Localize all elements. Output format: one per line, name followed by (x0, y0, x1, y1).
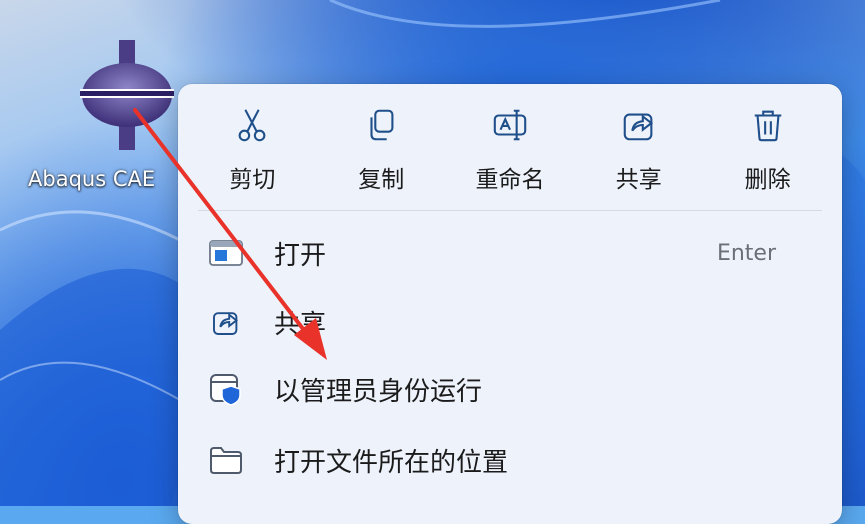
desktop-shortcut-label: Abaqus CAE (28, 167, 156, 191)
copy-label: 复制 (358, 167, 405, 193)
share-icon (623, 113, 653, 141)
menu-item-share-label: 共享 (274, 309, 327, 340)
menu-item-open-label: 打开 (274, 240, 327, 271)
run-as-admin-shield-icon (208, 371, 244, 407)
cut-button[interactable]: 剪切 (197, 84, 307, 194)
context-menu-quick-actions: 剪切 复制 重命名 共享 删除 (178, 84, 842, 208)
open-app-icon (208, 235, 244, 271)
trash-icon (754, 110, 781, 142)
menu-item-run-as-admin-label: 以管理员身份运行 (274, 376, 483, 407)
delete-label: 删除 (744, 167, 791, 193)
menu-item-open-file-location-label: 打开文件所在的位置 (274, 447, 509, 478)
cut-label: 剪切 (229, 167, 276, 193)
menu-divider (198, 210, 822, 211)
desktop-shortcut-abaqus[interactable]: Abaqus CAE (22, 36, 192, 196)
copy-icon (370, 109, 394, 141)
scissors-icon (238, 109, 266, 142)
menu-item-run-as-admin[interactable]: 以管理员身份运行 (194, 361, 826, 417)
abaqus-cae-icon (80, 40, 174, 150)
menu-item-open-file-location[interactable]: 打开文件所在的位置 (194, 432, 826, 488)
delete-button[interactable]: 删除 (713, 84, 823, 194)
folder-icon (208, 442, 244, 478)
copy-button[interactable]: 复制 (326, 84, 436, 194)
context-menu: 剪切 复制 重命名 共享 删除 打开 Enter 共享 以管理员身份运行 打开文… (178, 84, 842, 524)
share-label: 共享 (615, 167, 662, 193)
share-icon (208, 304, 244, 340)
rename-icon (493, 109, 527, 141)
menu-item-open-accelerator: Enter (716, 240, 776, 266)
menu-item-share[interactable]: 共享 (194, 294, 826, 350)
share-button[interactable]: 共享 (584, 84, 694, 194)
rename-label: 重命名 (475, 167, 545, 193)
rename-button[interactable]: 重命名 (455, 84, 565, 194)
menu-item-open[interactable]: 打开 Enter (194, 225, 826, 281)
